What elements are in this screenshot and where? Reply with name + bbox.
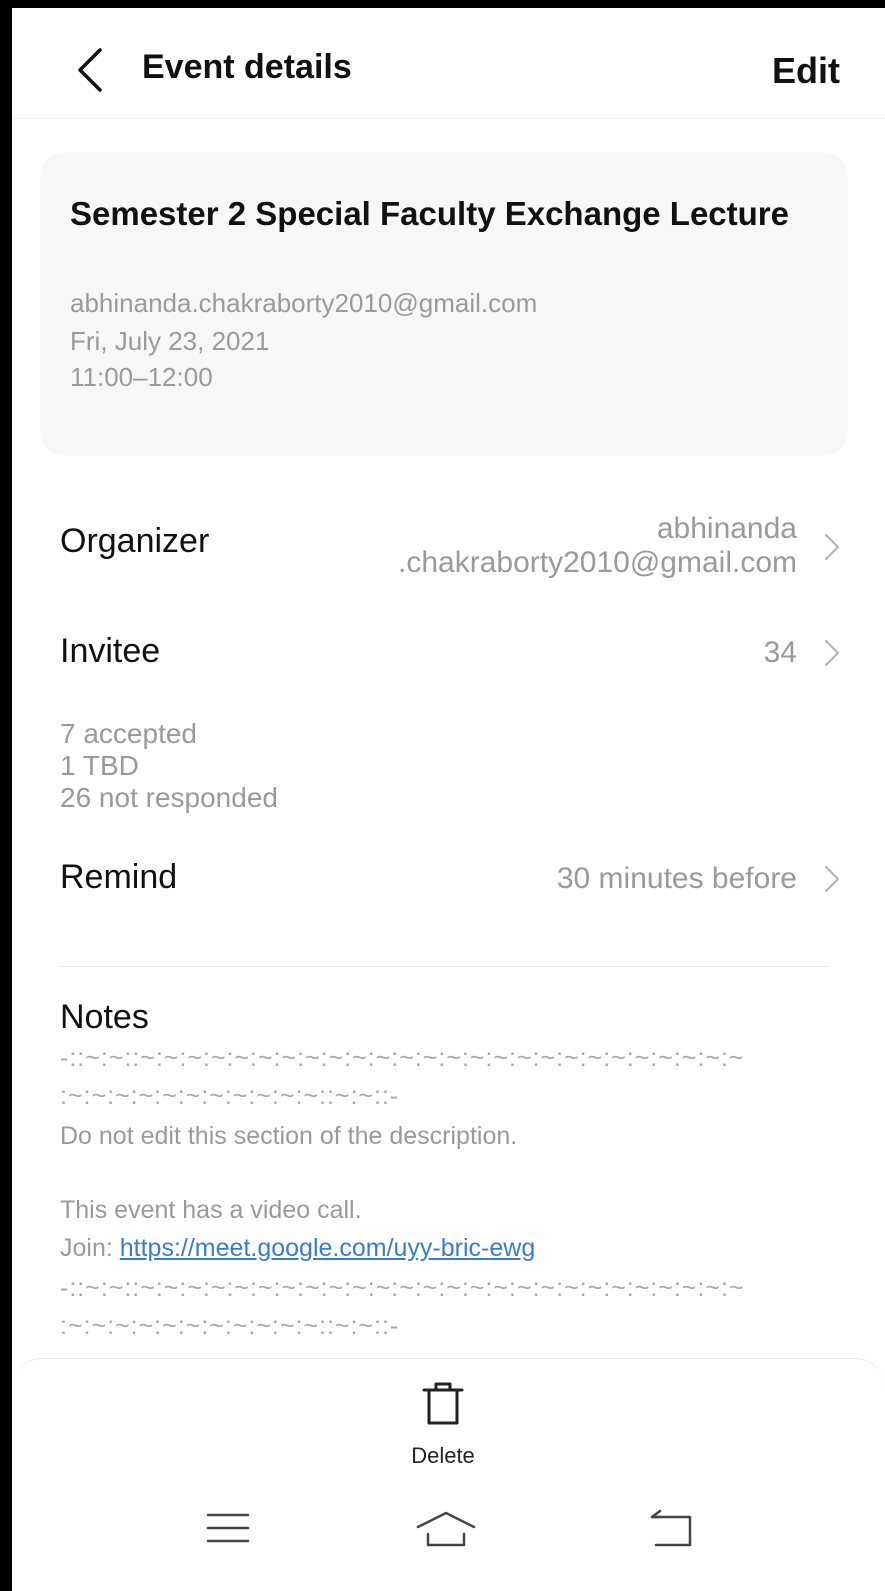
notes-separator: -::~:~::~:~:~:~:~:~:~:~:~:~:~:~:~:~:~:~:…: [60, 1274, 745, 1302]
remind-row[interactable]: Remind 30 minutes before: [12, 844, 885, 914]
bottom-action-bar: Delete: [12, 1358, 885, 1591]
event-time: 11:00–12:00: [70, 362, 213, 392]
screen: Event details Edit Semester 2 Special Fa…: [12, 8, 885, 1591]
notes-join-prefix: Join:: [60, 1234, 120, 1262]
notes-title: Notes: [60, 998, 149, 1036]
organizer-email-line1: abhinanda: [656, 512, 797, 545]
event-account: abhinanda.chakraborty2010@gmail.com: [70, 288, 538, 318]
page-title: Event details: [142, 48, 352, 86]
remind-label: Remind: [60, 858, 178, 896]
notes-separator: :~:~:~:~:~:~:~:~:~:~:~::~:~::-: [60, 1082, 400, 1110]
event-summary-card: Semester 2 Special Faculty Exchange Lect…: [40, 152, 848, 456]
invitee-not-responded: 26 not responded: [60, 782, 278, 813]
notes-join-line: Join: https://meet.google.com/uyy-bric-e…: [60, 1234, 535, 1263]
invitee-accepted: 7 accepted: [60, 718, 197, 749]
delete-button[interactable]: Delete: [388, 1381, 498, 1471]
invitee-label: Invitee: [60, 632, 161, 670]
invitee-count: 34: [763, 636, 797, 669]
notes-separator: -::~:~::~:~:~:~:~:~:~:~:~:~:~:~:~:~:~:~:…: [60, 1044, 745, 1072]
organizer-label: Organizer: [60, 522, 210, 560]
home-icon: [416, 1511, 476, 1547]
notes-separator: :~:~:~:~:~:~:~:~:~:~:~::~:~::-: [60, 1312, 400, 1340]
menu-icon: [206, 1513, 250, 1543]
meet-link[interactable]: https://meet.google.com/uyy-bric-ewg: [120, 1234, 535, 1262]
delete-label: Delete: [411, 1443, 475, 1468]
back-icon: [650, 1509, 692, 1547]
edit-button[interactable]: Edit: [772, 50, 840, 92]
organizer-value: abhinanda .chakraborty2010@gmail.com: [398, 512, 797, 580]
organizer-row[interactable]: Organizer abhinanda .chakraborty2010@gma…: [12, 498, 885, 594]
section-divider: [60, 966, 830, 967]
organizer-email-line2: .chakraborty2010@gmail.com: [398, 546, 797, 579]
notes-warning: Do not edit this section of the descript…: [60, 1122, 518, 1150]
header-divider: [12, 118, 885, 119]
event-date: Fri, July 23, 2021: [70, 326, 270, 356]
header: Event details Edit: [12, 8, 885, 118]
chevron-right-icon: [824, 639, 840, 667]
nav-back-button[interactable]: [648, 1509, 700, 1553]
invitee-tbd: 1 TBD: [60, 750, 139, 781]
nav-menu-button[interactable]: [204, 1509, 256, 1549]
chevron-right-icon: [824, 533, 840, 561]
remind-value: 30 minutes before: [556, 862, 797, 895]
chevron-left-icon: [78, 48, 102, 92]
event-title: Semester 2 Special Faculty Exchange Lect…: [70, 195, 789, 232]
nav-home-button[interactable]: [414, 1509, 478, 1553]
trash-icon: [422, 1382, 464, 1425]
invitee-row[interactable]: Invitee 34: [12, 618, 885, 688]
back-button[interactable]: [70, 44, 114, 96]
chevron-right-icon: [824, 865, 840, 893]
notes-video-call: This event has a video call.: [60, 1196, 362, 1224]
